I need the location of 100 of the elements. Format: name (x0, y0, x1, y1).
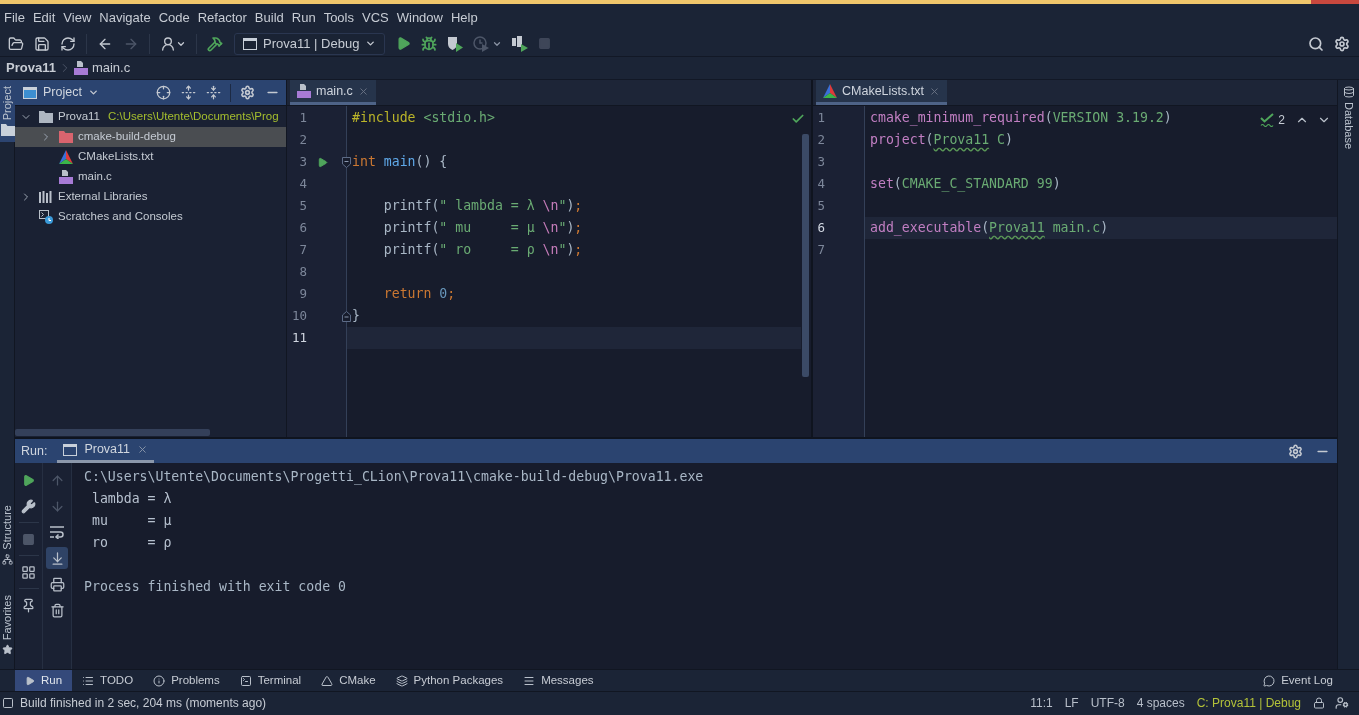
tool-window-tab[interactable]: Project (0, 80, 15, 143)
play-icon[interactable] (22, 473, 35, 487)
tool-window-button[interactable]: Python Packages (385, 670, 514, 691)
menu-item[interactable]: Build (250, 6, 288, 29)
menu-item[interactable]: Window (392, 6, 447, 29)
attach-process-icon[interactable] (512, 35, 529, 52)
line-number: 8 (298, 262, 307, 281)
panel-title-dropdown[interactable]: Project (43, 83, 99, 102)
coverage-icon[interactable] (447, 35, 464, 52)
hammer-icon[interactable] (207, 35, 223, 52)
folder-icon (0, 124, 15, 137)
line-number: 4 (298, 174, 307, 193)
tool-window-button[interactable]: Event Log (1257, 670, 1339, 691)
status-item[interactable]: 4 spaces (1130, 693, 1191, 712)
printer-icon[interactable] (49, 576, 65, 592)
code-line: #include <stdio.h> (351, 109, 496, 128)
line-number: 2 (816, 130, 825, 149)
tool-window-button[interactable]: TODO (72, 670, 144, 691)
fold-icon[interactable] (342, 156, 351, 168)
menu-item[interactable]: Help (446, 6, 482, 29)
check-icon[interactable] (791, 112, 805, 126)
line-number: 5 (816, 196, 825, 215)
close-icon[interactable] (357, 85, 369, 97)
tree-item[interactable]: CMakeLists.txt (15, 147, 286, 167)
tree-item[interactable]: Prova11 C:\Users\Utente\Documents\Prog (15, 107, 286, 127)
status-item[interactable]: LF (1058, 693, 1085, 712)
soft-wrap-icon[interactable] (50, 525, 64, 539)
status-item[interactable]: C: Prova11 | Debug (1190, 693, 1307, 712)
breadcrumb-item[interactable]: Prova11 (6, 58, 56, 78)
tool-window-tab[interactable]: Database (1341, 80, 1356, 156)
tool-window-button[interactable]: Messages (513, 670, 604, 691)
tool-window-button[interactable]: CMake (311, 670, 386, 691)
menu-item[interactable]: Navigate (95, 6, 155, 29)
window-icon (243, 37, 257, 50)
tool-window-button[interactable]: Run (15, 670, 73, 691)
editor-tab[interactable]: CMakeLists.txt (816, 80, 947, 105)
line-number: 11 (290, 328, 307, 347)
lock-icon[interactable] (1313, 696, 1325, 709)
close-icon[interactable] (928, 85, 940, 97)
panel-label: Run: (21, 442, 48, 460)
menu-item[interactable]: Tools (319, 6, 358, 29)
path-label: C:\Users\Utente\Documents\Prog (108, 109, 279, 125)
bug-icon[interactable] (421, 35, 438, 52)
menu-item[interactable]: File (0, 6, 29, 29)
pin-icon[interactable] (21, 597, 36, 613)
scratches-icon (39, 210, 53, 224)
tree-item[interactable]: cmake-build-debug (15, 127, 286, 147)
layout-icon[interactable] (21, 564, 36, 580)
user-icon[interactable] (160, 35, 176, 52)
wrench-icon[interactable] (21, 498, 36, 514)
editor-tab[interactable]: main.c (290, 80, 376, 105)
code-line: printf(" ro = ρ \n"); (382, 241, 584, 260)
save-icon[interactable] (34, 35, 50, 52)
line-number: 3 (298, 152, 307, 171)
menu-item[interactable]: Edit (28, 6, 60, 29)
user-gear-icon[interactable] (1335, 695, 1349, 710)
tool-window-button[interactable]: Terminal (229, 670, 312, 691)
check-icon[interactable] (1260, 113, 1275, 127)
star-icon (2, 644, 13, 655)
breadcrumb-item[interactable]: main.c (73, 58, 131, 78)
speech-bubble-icon (1263, 674, 1276, 687)
menu-item[interactable]: Refactor (193, 6, 251, 29)
run-tab[interactable]: Prova11 (57, 439, 155, 463)
tool-window-tab[interactable]: Favorites (0, 588, 15, 661)
fold-icon[interactable] (342, 310, 351, 322)
tool-window-tab[interactable]: Structure (0, 499, 15, 571)
menu-item[interactable]: Code (154, 6, 194, 29)
trash-icon[interactable] (49, 602, 65, 618)
settings-icon[interactable] (240, 85, 255, 100)
menu-item[interactable]: VCS (358, 6, 393, 29)
expand-all-icon[interactable] (181, 85, 196, 100)
code-line: project(Prova11 C) (869, 131, 1014, 150)
run-icon[interactable] (317, 156, 328, 168)
status-item[interactable]: UTF-8 (1084, 693, 1131, 712)
tool-window-button[interactable]: Problems (143, 670, 230, 691)
run-configuration-dropdown[interactable]: Prova11 | Debug (234, 32, 386, 55)
code-line: cmake_minimum_required(VERSION 3.19.2) (869, 109, 1173, 128)
lines-icon (523, 674, 536, 687)
search-icon[interactable] (1308, 35, 1324, 52)
play-icon[interactable] (396, 36, 412, 51)
line-number: 1 (298, 108, 307, 127)
scrollbar-thumb[interactable] (15, 429, 210, 436)
settings-icon[interactable] (1288, 443, 1303, 459)
tree-item[interactable]: Scratches and Consoles (15, 207, 286, 227)
tree-item[interactable]: External Libraries (15, 187, 286, 207)
code-line: return 0; (382, 285, 457, 304)
menu-item[interactable]: Run (287, 6, 320, 29)
close-icon[interactable] (137, 444, 149, 455)
database-icon (1342, 86, 1355, 98)
crosshair-icon[interactable] (156, 85, 171, 100)
settings-icon[interactable] (1334, 35, 1350, 52)
scrollbar-thumb[interactable] (802, 134, 809, 377)
status-item[interactable]: 11:1 (1024, 693, 1059, 712)
folder-icon[interactable] (8, 35, 24, 52)
menu-item[interactable]: View (59, 6, 96, 29)
folder-icon (59, 131, 73, 143)
tree-item[interactable]: main.c (15, 167, 286, 187)
refresh-icon[interactable] (60, 35, 76, 52)
square-icon[interactable] (2, 696, 14, 709)
collapse-all-icon[interactable] (206, 85, 221, 100)
